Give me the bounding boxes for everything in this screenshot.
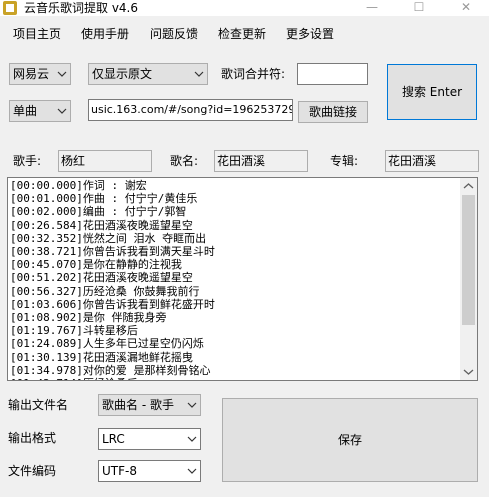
lyric-line: [01:19.767]斗转星移后 [10, 324, 138, 338]
title-bar: 云音乐歌词提取 v4.6 — ☐ ✕ [0, 0, 489, 16]
platform-select-value: 网易云 [13, 67, 50, 81]
output-format-label: 输出格式 [8, 431, 57, 445]
output-filename-value: 歌曲名 - 歌手 [102, 398, 174, 412]
album-field: 花田酒溪 [385, 150, 479, 172]
search-type-value: 单曲 [13, 104, 38, 118]
display-mode-select[interactable]: 仅显示原文 [88, 63, 208, 85]
lyric-line: [00:00.000]作词 : 谢宏 [10, 179, 147, 192]
save-button[interactable]: 保存 [222, 398, 478, 482]
lyric-line: [01:24.089]人生多年已过星空仍闪烁 [10, 337, 204, 351]
merge-symbol-input[interactable] [297, 63, 368, 85]
lyric-line: [00:51.202]花田酒溪夜晚遥望星空 [10, 271, 193, 285]
scroll-down-icon[interactable] [460, 363, 477, 380]
singer-field: 杨红 [58, 150, 152, 172]
chevron-down-icon [187, 468, 197, 474]
lyric-line: [00:56.327]历经沧桑 你鼓舞我前行 [10, 284, 200, 298]
search-button[interactable]: 搜索 Enter [387, 64, 477, 120]
minimize-button[interactable]: — [349, 0, 395, 16]
lyric-line: [00:32.352]恍然之间 泪水 夺眶而出 [10, 231, 207, 245]
song-url-input[interactable]: usic.163.com/#/song?id=1962537293 [88, 99, 293, 121]
singer-label: 歌手: [13, 154, 42, 168]
chevron-down-icon [57, 71, 67, 77]
merge-symbol-label: 歌词合并符: [221, 67, 286, 81]
lyrics-lines: [00:00.000]作词 : 谢宏 [00:01.000]作曲 : 付宁宁/黄佳… [10, 179, 215, 380]
menu-item-more-settings[interactable]: 更多设置 [286, 24, 334, 44]
song-link-button[interactable]: 歌曲链接 [298, 101, 368, 123]
song-name-label: 歌名: [170, 154, 199, 168]
lyric-line: [01:43.714]历经沧桑后 [10, 377, 215, 380]
window-title: 云音乐歌词提取 v4.6 [24, 1, 139, 15]
lyrics-textarea[interactable]: [00:00.000]作词 : 谢宏 [00:01.000]作曲 : 付宁宁/黄佳… [7, 177, 478, 381]
chevron-down-icon [187, 436, 197, 442]
close-button[interactable]: ✕ [443, 0, 489, 16]
chevron-down-icon [57, 108, 67, 114]
file-encoding-select[interactable]: UTF-8 [98, 460, 201, 482]
output-format-select[interactable]: LRC [98, 428, 201, 450]
display-mode-value: 仅显示原文 [92, 67, 153, 81]
file-encoding-value: UTF-8 [102, 464, 137, 478]
output-filename-select[interactable]: 歌曲名 - 歌手 [98, 394, 201, 416]
menu-item-homepage[interactable]: 项目主页 [13, 24, 61, 44]
chevron-down-icon [194, 71, 204, 77]
output-format-value: LRC [102, 432, 125, 446]
platform-select[interactable]: 网易云 [9, 63, 71, 85]
lyric-line: [01:08.902]是你 伴随我身旁 [10, 311, 167, 325]
lyric-line: [01:34.978]对你的爱 是那样刻骨铭心 [10, 363, 211, 377]
lyric-line: [01:03.606]你曾告诉我看到鲜花盛开时 [10, 297, 215, 311]
lyric-line: [00:26.584]花田酒溪夜晚遥望星空 [10, 218, 193, 232]
app-icon [3, 1, 17, 15]
file-encoding-label: 文件编码 [8, 464, 57, 478]
lyric-line: [00:01.000]作曲 : 付宁宁/黄佳乐 [10, 192, 198, 206]
output-filename-label: 输出文件名 [8, 398, 69, 412]
song-name-field: 花田酒溪 [214, 150, 308, 172]
scroll-up-icon[interactable] [460, 178, 477, 195]
menu-bar: 项目主页 使用手册 问题反馈 检查更新 更多设置 [0, 22, 489, 46]
album-label: 专辑: [330, 154, 359, 168]
search-type-select[interactable]: 单曲 [9, 100, 71, 122]
scrollbar-thumb[interactable] [462, 195, 475, 325]
menu-item-feedback[interactable]: 问题反馈 [150, 24, 198, 44]
lyric-line: [00:38.721]你曾告诉我看到满天星斗时 [10, 245, 215, 259]
lyric-line: [00:02.000]编曲 : 付宁宁/郭智 [10, 205, 187, 219]
maximize-button[interactable]: ☐ [396, 0, 442, 16]
menu-item-check-update[interactable]: 检查更新 [218, 24, 266, 44]
chevron-down-icon [187, 402, 197, 408]
lyrics-scrollbar[interactable] [460, 178, 477, 380]
lyric-line: [00:45.070]是你在静静的注视我 [10, 258, 182, 272]
lyric-line: [01:30.139]花田酒溪漏地鲜花摇曳 [10, 350, 193, 364]
menu-item-manual[interactable]: 使用手册 [81, 24, 129, 44]
